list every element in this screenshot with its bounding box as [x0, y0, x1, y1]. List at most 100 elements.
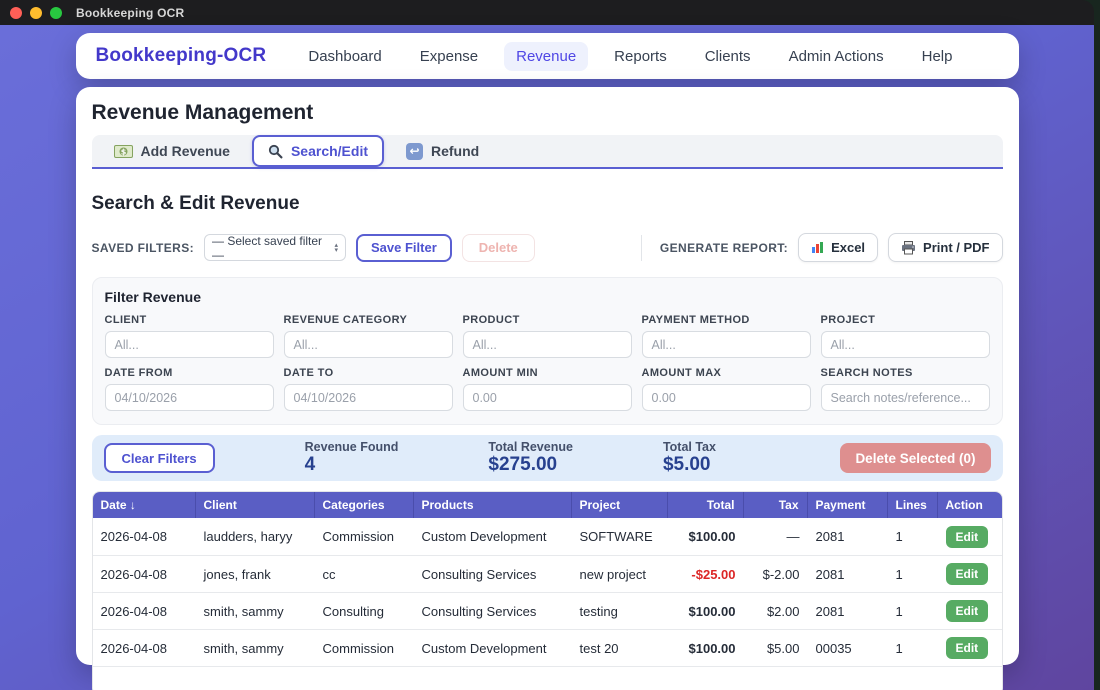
nav-item[interactable]: Clients	[693, 42, 763, 71]
table-empty-space	[93, 666, 1002, 690]
filter-field: AMOUNT MAX 0.00	[642, 367, 811, 411]
edit-button[interactable]: Edit	[946, 526, 989, 548]
filter-field-input[interactable]: 0.00	[463, 384, 632, 411]
table-column-header[interactable]: Categories	[315, 492, 414, 518]
cell-total: $100.00	[668, 529, 744, 544]
cell-tax: $2.00	[744, 604, 808, 619]
nav-item[interactable]: Dashboard	[296, 42, 393, 71]
edit-button[interactable]: Edit	[946, 563, 989, 585]
saved-filter-select[interactable]: — Select saved filter — ▴▾	[204, 234, 346, 261]
filter-field: SEARCH NOTES Search notes/reference...	[821, 367, 990, 411]
filter-field: PROJECT All...	[821, 314, 990, 358]
total-tax-value: $5.00	[663, 454, 716, 476]
filter-field-label: PAYMENT METHOD	[642, 314, 811, 326]
search-icon	[268, 144, 283, 159]
total-revenue-stat: Total Revenue $275.00	[488, 440, 573, 476]
filter-field-input[interactable]: Search notes/reference...	[821, 384, 990, 411]
table-row[interactable]: 2026-04-08 smith, sammy Commission Custo…	[93, 629, 1002, 666]
cell-category: cc	[315, 567, 414, 582]
tab-refund[interactable]: ↩ Refund	[390, 135, 495, 168]
cell-client: laudders, haryy	[196, 529, 315, 544]
nav-item[interactable]: Help	[910, 42, 965, 71]
cell-total: $100.00	[668, 604, 744, 619]
filter-field-input[interactable]: All...	[642, 331, 811, 358]
cell-payment: 00035	[808, 641, 888, 656]
generate-report-label: GENERATE REPORT:	[660, 241, 788, 255]
table-column-header[interactable]: Date ↓	[93, 492, 196, 518]
filter-field-input[interactable]: All...	[105, 331, 274, 358]
zoom-window-icon[interactable]	[50, 7, 62, 19]
table-column-header[interactable]: Total	[668, 492, 744, 518]
app-window: Bookkeeping OCR Bookkeeping-OCR Dashboar…	[0, 0, 1094, 690]
filter-field-label: PRODUCT	[463, 314, 632, 326]
filter-field-input[interactable]: 04/10/2026	[284, 384, 453, 411]
nav-item[interactable]: Expense	[408, 42, 490, 71]
table-row[interactable]: 2026-04-08 smith, sammy Consulting Consu…	[93, 592, 1002, 629]
brand-logo[interactable]: Bookkeeping-OCR	[96, 45, 267, 67]
revenue-found-value: 4	[305, 454, 399, 476]
filter-field-label: CLIENT	[105, 314, 274, 326]
table-column-header[interactable]: Products	[414, 492, 572, 518]
cell-action: Edit	[938, 600, 1002, 622]
filter-field-input[interactable]: All...	[463, 331, 632, 358]
edit-button[interactable]: Edit	[946, 637, 989, 659]
filter-field-input[interactable]: All...	[284, 331, 453, 358]
cell-client: jones, frank	[196, 567, 315, 582]
nav-item[interactable]: Admin Actions	[777, 42, 896, 71]
money-icon: $	[114, 145, 133, 158]
delete-selected-button[interactable]: Delete Selected (0)	[840, 443, 990, 473]
cell-payment: 2081	[808, 567, 888, 582]
save-filter-button[interactable]: Save Filter	[356, 234, 452, 262]
cell-action: Edit	[938, 563, 1002, 585]
filter-field: PAYMENT METHOD All...	[642, 314, 811, 358]
tab-add-revenue-label: Add Revenue	[141, 143, 230, 159]
total-tax-label: Total Tax	[663, 440, 716, 454]
close-window-icon[interactable]	[10, 7, 22, 19]
titlebar: Bookkeeping OCR	[0, 0, 1094, 25]
edit-button[interactable]: Edit	[946, 600, 989, 622]
cell-date: 2026-04-08	[93, 567, 196, 582]
cell-lines: 1	[888, 529, 938, 544]
table-column-header[interactable]: Lines	[888, 492, 938, 518]
cell-product: Consulting Services	[414, 604, 572, 619]
nav-item[interactable]: Revenue	[504, 42, 588, 71]
table-column-header[interactable]: Action	[938, 492, 1002, 518]
table-column-header[interactable]: Tax	[744, 492, 808, 518]
cell-client: smith, sammy	[196, 641, 315, 656]
svg-text:$: $	[120, 147, 126, 156]
nav-item[interactable]: Reports	[602, 42, 679, 71]
cell-total: -$25.00	[668, 567, 744, 582]
table-row[interactable]: 2026-04-08 jones, frank cc Consulting Se…	[93, 555, 1002, 592]
table-row[interactable]: 2026-04-08 laudders, haryy Commission Cu…	[93, 518, 1002, 555]
main-content-card: Revenue Management $ Add Revenue Search/…	[76, 87, 1019, 665]
tab-add-revenue[interactable]: $ Add Revenue	[98, 135, 246, 167]
cell-product: Custom Development	[414, 529, 572, 544]
cell-product: Consulting Services	[414, 567, 572, 582]
cell-lines: 1	[888, 641, 938, 656]
filter-field-input[interactable]: All...	[821, 331, 990, 358]
filter-field-input[interactable]: 0.00	[642, 384, 811, 411]
delete-filter-button[interactable]: Delete	[462, 234, 535, 262]
filter-field: PRODUCT All...	[463, 314, 632, 358]
page-title: Revenue Management	[92, 101, 1003, 125]
revenue-found-stat: Revenue Found 4	[305, 440, 399, 476]
filter-field-input[interactable]: 04/10/2026	[105, 384, 274, 411]
excel-button[interactable]: Excel	[798, 233, 878, 262]
table-column-header[interactable]: Project	[572, 492, 668, 518]
cell-category: Commission	[315, 529, 414, 544]
top-navbar: Bookkeeping-OCR Dashboard Expense Revenue R…	[76, 33, 1019, 79]
minimize-window-icon[interactable]	[30, 7, 42, 19]
tab-search-edit[interactable]: Search/Edit	[252, 135, 384, 167]
filter-field-label: AMOUNT MIN	[463, 367, 632, 379]
filter-field-label: DATE FROM	[105, 367, 274, 379]
print-pdf-button[interactable]: Print / PDF	[888, 233, 1002, 262]
filter-field: CLIENT All...	[105, 314, 274, 358]
table-column-header[interactable]: Payment	[808, 492, 888, 518]
cell-date: 2026-04-08	[93, 604, 196, 619]
tab-bar: $ Add Revenue Search/Edit ↩ Refund	[92, 135, 1003, 169]
table-column-header[interactable]: Client	[196, 492, 315, 518]
cell-project: new project	[572, 567, 668, 582]
cell-date: 2026-04-08	[93, 529, 196, 544]
results-table: Date ↓ClientCategoriesProductsProjectTot…	[92, 491, 1003, 690]
clear-filters-button[interactable]: Clear Filters	[104, 443, 215, 473]
